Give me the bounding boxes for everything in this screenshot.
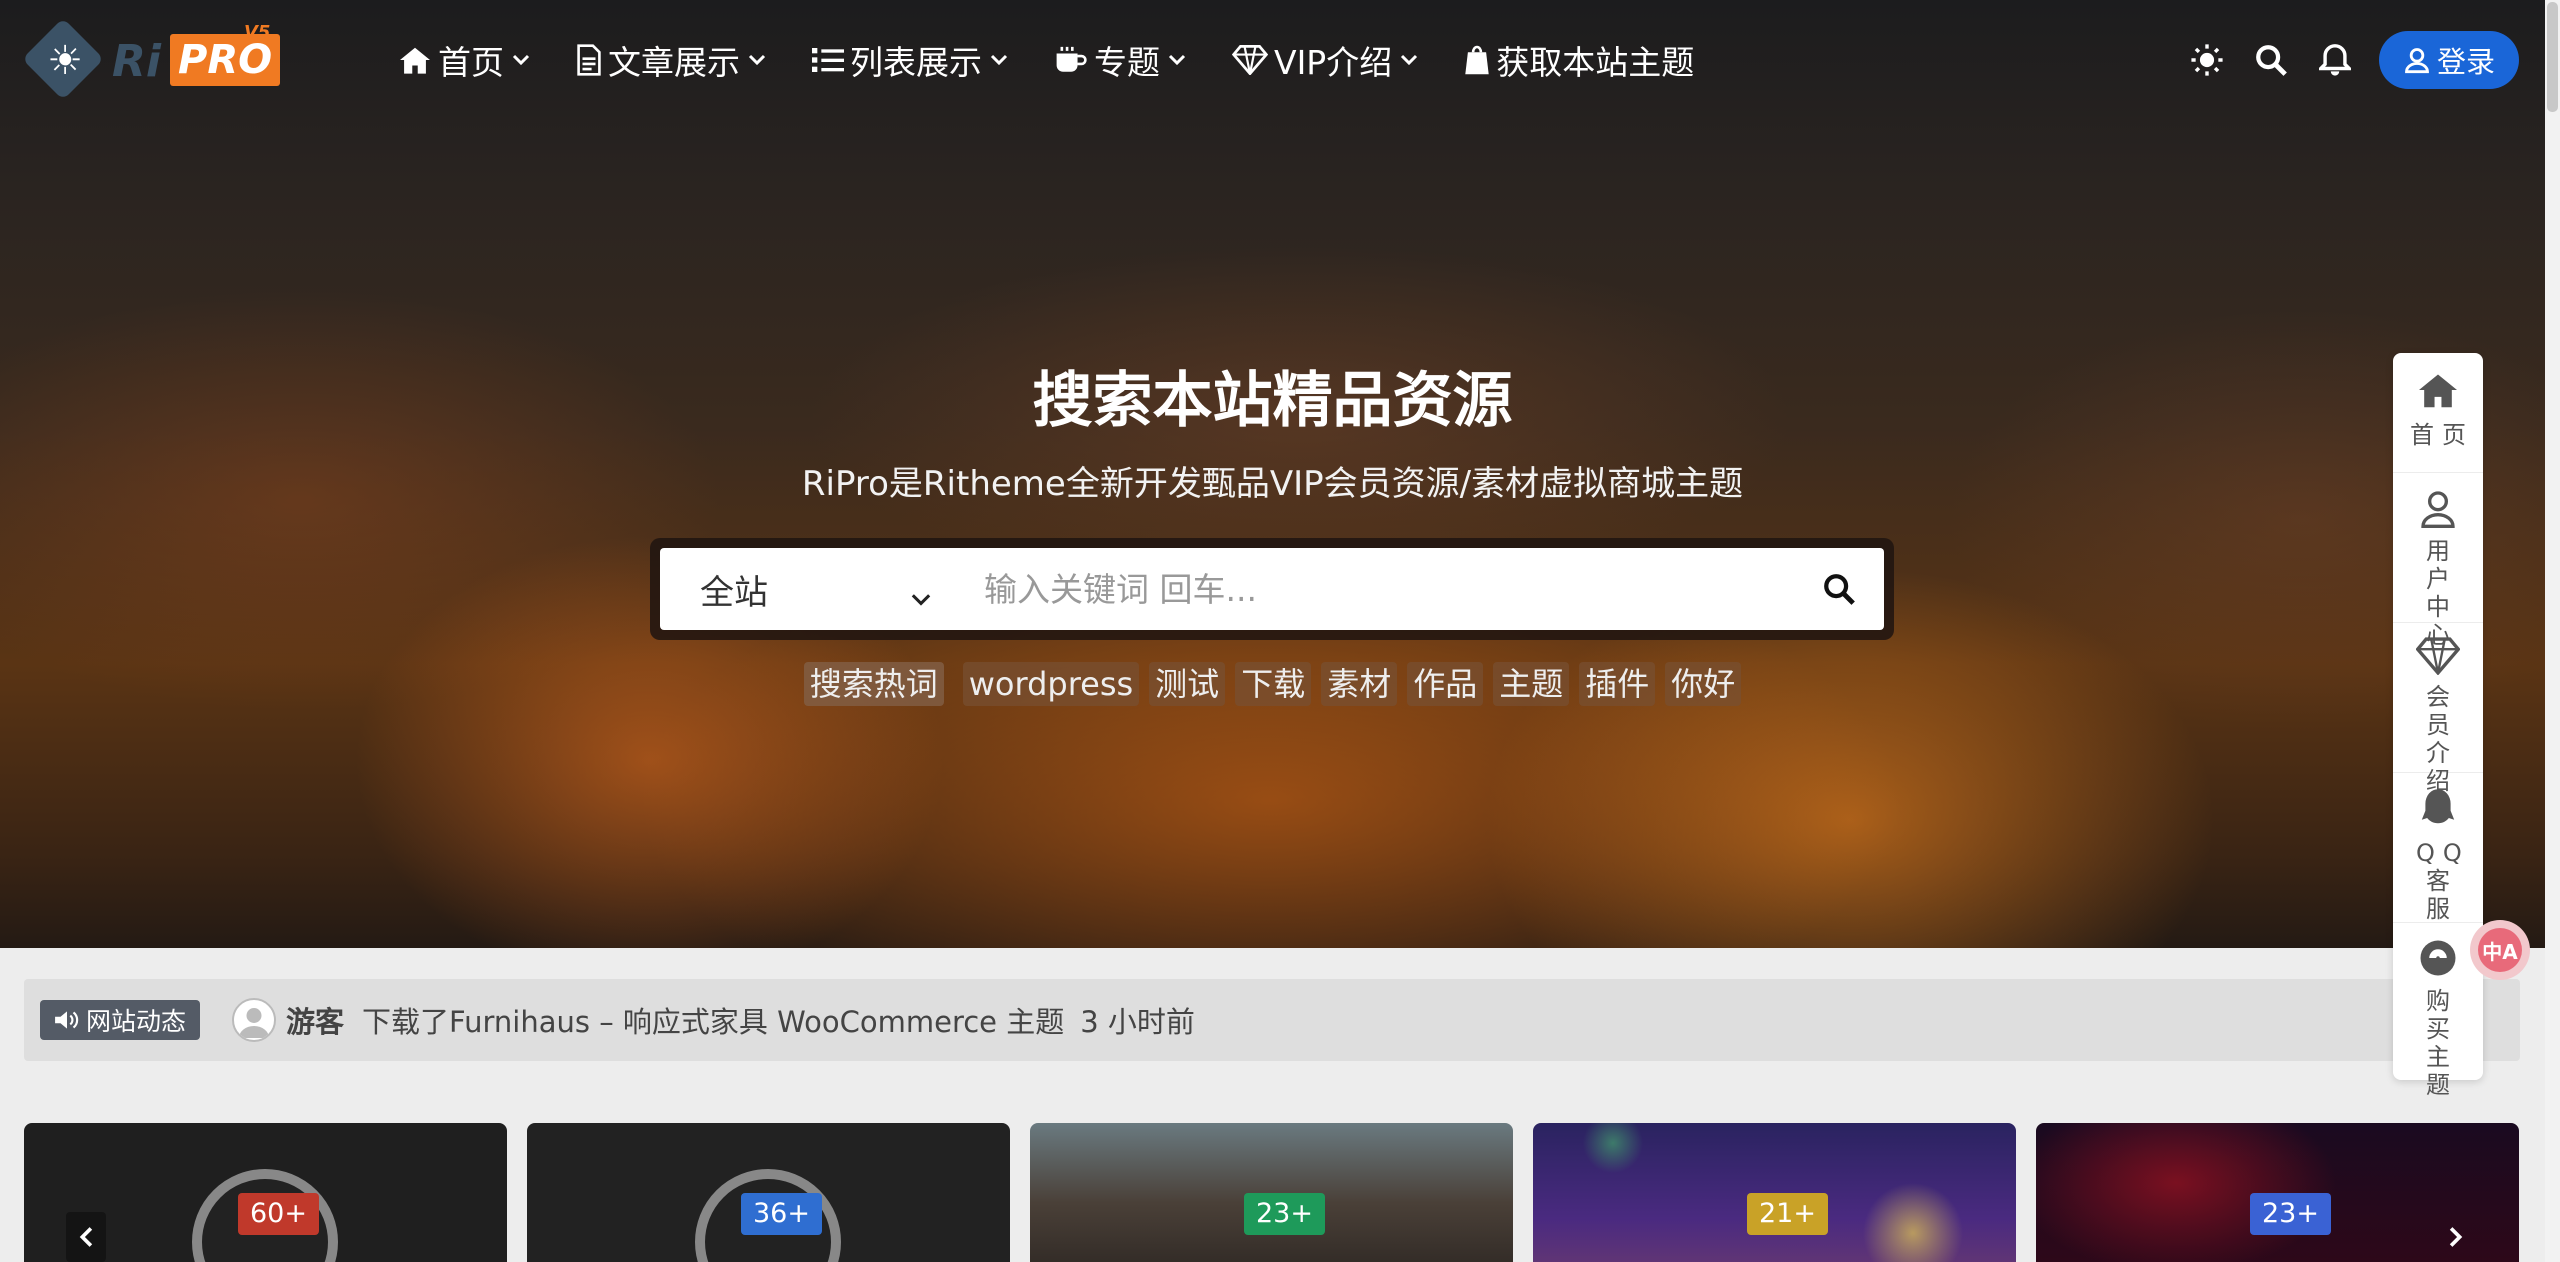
document-icon [576,44,602,76]
logo-version: V5 [244,22,271,43]
nav-label-home: 首页 [438,43,504,82]
hot-word-tag[interactable]: 素材 [1321,662,1398,706]
chevron-down-icon [512,54,530,66]
chevron-down-icon [748,54,766,66]
chevron-down-icon [1168,54,1186,66]
side-menu-qq-support[interactable]: QQ客服 [2393,773,2483,923]
login-label: 登录 [2436,45,2495,79]
chevron-down-icon [910,576,932,616]
nav-label-topics: 专题 [1094,43,1160,82]
search-input[interactable] [978,548,1794,630]
activity-user: 游客 [286,1005,345,1039]
nav-label-vip: VIP介绍 [1274,43,1393,82]
category-card[interactable]: 23+ [1030,1123,1513,1262]
login-button[interactable]: 登录 [2378,31,2519,89]
search-icon[interactable] [2251,40,2291,80]
hero-subtitle: RiPro是Ritheme全新开发甄品VIP会员资源/素材虚拟商城主题 [801,464,1744,504]
hero-title: 搜索本站精品资源 [1032,366,1513,436]
scrollbar-thumb[interactable] [2547,2,2558,112]
theme-toggle-sun-icon[interactable] [2187,40,2227,80]
nav-item-home[interactable]: 首页 [398,36,530,84]
qq-icon [2420,787,2456,831]
category-count: 23+ [2250,1193,2331,1235]
avatar [232,998,277,1042]
side-menu-label: 首页 [2410,421,2474,449]
nav-item-topics[interactable]: 专题 [1054,36,1186,84]
activity-badge: 网站动态 [40,1000,201,1040]
activity-text[interactable]: 下载了Furnihaus – 响应式家具 WooCommerce 主题 [362,999,1064,1041]
category-card[interactable]: 21+ [1533,1123,2016,1262]
hot-word-tag[interactable]: 作品 [1407,662,1484,706]
chevron-down-icon [990,54,1008,66]
nav-label-list: 列表展示 [850,43,982,82]
diamond-icon [2416,637,2460,675]
nav-item-articles[interactable]: 文章展示 [576,36,766,84]
search-bar: 全站 [660,548,1884,630]
side-menu-user-center[interactable]: 用户中心 [2393,473,2483,649]
hot-word-tag[interactable]: 下载 [1235,662,1312,706]
page-scrollbar[interactable] [2545,0,2560,1262]
sun-icon: ☀ [47,38,83,84]
diamond-icon [1232,45,1268,75]
hot-word-tag[interactable]: 测试 [1149,662,1226,706]
user-icon [2405,48,2429,74]
side-menu-label: 购买主题 [2426,987,2458,1099]
category-count: 60+ [238,1193,319,1235]
carousel-next-button[interactable] [2436,1212,2476,1262]
search-submit-button[interactable] [1794,548,1884,630]
search-icon [1824,574,1855,605]
shop-icon [2417,937,2459,979]
home-icon [398,45,432,75]
hot-word-tag[interactable]: 你好 [1665,662,1742,706]
site-logo[interactable]: ☀ Ri PRO V5 [21,17,284,101]
shopify-bag-icon [1464,44,1490,76]
user-icon [2418,487,2458,529]
search-scope-value: 全站 [700,572,768,613]
category-count: 36+ [741,1193,822,1235]
side-menu-label: 用户中心 [2426,537,2458,649]
bell-icon[interactable] [2315,40,2355,80]
speaker-icon [55,1011,79,1029]
side-menu-label: 会员介绍 [2426,683,2458,795]
hot-word-tag[interactable]: 主题 [1493,662,1570,706]
hot-word-tag[interactable]: 插件 [1579,662,1656,706]
logo-text-ri: Ri [112,36,161,87]
hot-words-label: 搜索热词 [803,662,944,706]
chevron-left-icon [79,1227,93,1247]
search-scope-select[interactable]: 全站 [660,548,978,630]
nav-label-articles: 文章展示 [608,43,740,82]
side-menu-membership[interactable]: 会员介绍 [2393,623,2483,795]
translate-widget-button[interactable]: 中A [2470,920,2530,980]
nav-item-list[interactable]: 列表展示 [812,36,1008,84]
hot-word-tag[interactable]: wordpress [962,662,1140,706]
chevron-right-icon [2449,1227,2463,1247]
nav-item-vip[interactable]: VIP介绍 [1232,36,1418,84]
side-menu-label: QQ客服 [2416,839,2470,923]
header-actions: 登录 [2187,30,2519,90]
site-activity-bar: 网站动态 游客 下载了Furnihaus – 响应式家具 WooCommerce… [24,979,2520,1061]
chevron-down-icon [1400,54,1418,66]
search-form: 全站 [650,538,1894,640]
hot-search-words: 搜索热词 wordpress 测试 下载 素材 作品 主题 插件 你好 [0,662,2545,706]
list-icon [812,46,844,74]
floating-side-menu: 首页 用户中心 会员介绍 QQ客服 购买主题 [2393,353,2483,1099]
home-icon [2417,367,2459,413]
category-count: 21+ [1747,1193,1828,1235]
category-count: 23+ [1244,1193,1325,1235]
activity-badge-label: 网站动态 [86,1007,187,1036]
nav-item-get-theme[interactable]: 获取本站主题 [1464,36,1694,84]
category-carousel: 60+ 36+ 23+ 21+ 23+ [24,1123,2520,1262]
category-card[interactable]: 36+ [527,1123,1010,1262]
main-nav: 首页 文章展示 列表展示 专题 VIP介绍 获取本站主题 [398,30,1740,90]
activity-time: 3 小时前 [1080,1005,1195,1039]
translate-icon: 中A [2478,928,2522,972]
carousel-prev-button[interactable] [66,1212,106,1262]
nav-label-get-theme: 获取本站主题 [1496,43,1695,82]
coffee-icon [1054,45,1088,75]
side-menu-home[interactable]: 首页 [2393,353,2483,473]
site-header: ☀ Ri PRO V5 首页 文章展示 列表展示 专题 VIP介绍 获取本站主题… [0,0,2545,120]
